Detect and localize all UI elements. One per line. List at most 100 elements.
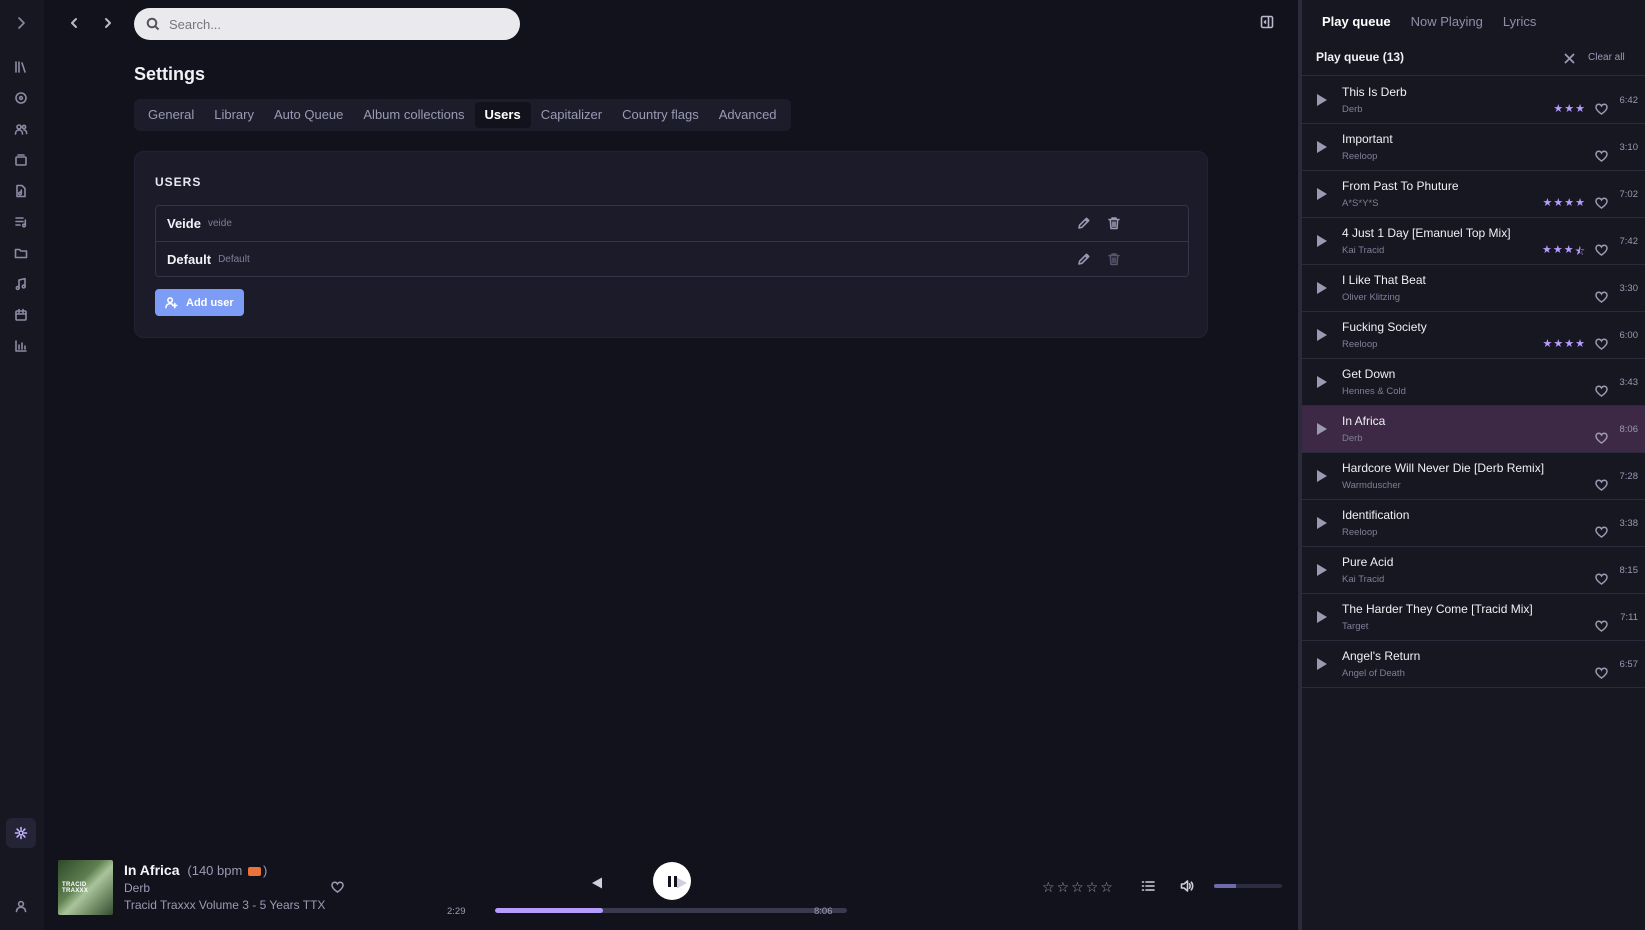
tracks-icon[interactable] <box>8 178 34 204</box>
user-account-icon[interactable] <box>8 893 34 919</box>
track-rating-stars[interactable]: ★ ★ ★ ★ <box>1543 337 1586 350</box>
settings-icon[interactable] <box>6 818 36 848</box>
favorite-heart-icon[interactable] <box>331 880 345 894</box>
play-track-icon[interactable] <box>1316 610 1330 624</box>
play-track-icon[interactable] <box>1316 657 1330 671</box>
play-track-icon[interactable] <box>1316 140 1330 154</box>
favorite-heart-icon[interactable] <box>1595 572 1609 586</box>
queue-track-artist[interactable]: Reeloop <box>1342 151 1377 162</box>
forward-button[interactable] <box>98 13 118 33</box>
queue-row[interactable]: 4 Just 1 Day [Emanuel Top Mix] Kai Tracid… <box>1302 218 1645 265</box>
queue-row[interactable]: In Africa Derb 8:06 <box>1302 406 1645 453</box>
tab-users[interactable]: Users <box>474 102 531 128</box>
queue-track-artist[interactable]: Derb <box>1342 433 1363 444</box>
favorite-heart-icon[interactable] <box>1595 243 1609 257</box>
queue-track-artist[interactable]: Kai Tracid <box>1342 245 1384 256</box>
play-track-icon[interactable] <box>1316 469 1330 483</box>
now-playing-album[interactable]: Tracid Traxxx Volume 3 - 5 Years TTX <box>124 898 325 912</box>
favorite-heart-icon[interactable] <box>1595 384 1609 398</box>
star-icon[interactable]: ☆ <box>1042 879 1055 896</box>
play-track-icon[interactable] <box>1316 375 1330 389</box>
albums-icon[interactable] <box>8 85 34 111</box>
tab-country-flags[interactable]: Country flags <box>612 102 709 128</box>
album-cover[interactable]: TRACID TRAXXX <box>58 860 113 915</box>
star-icon[interactable]: ☆ <box>1057 879 1070 896</box>
queue-row[interactable]: Pure Acid Kai Tracid 8:15 <box>1302 547 1645 594</box>
favorite-heart-icon[interactable] <box>1595 525 1609 539</box>
favorite-heart-icon[interactable] <box>1595 478 1609 492</box>
tab-general[interactable]: General <box>138 102 204 128</box>
playlists-icon[interactable] <box>8 209 34 235</box>
queue-row[interactable]: Fucking Society Reeloop ★ ★ ★ ★ 6:00 <box>1302 312 1645 359</box>
star-icon[interactable]: ☆ <box>1086 879 1099 896</box>
queue-row[interactable]: This Is Derb Derb ★ ★ ★ 6:42 <box>1302 77 1645 124</box>
track-rating[interactable]: ☆ ☆ ☆ ☆ ☆ <box>1042 879 1113 896</box>
queue-track-artist[interactable]: Target <box>1342 621 1368 632</box>
star-icon[interactable]: ☆ <box>1071 879 1084 896</box>
track-title[interactable]: In Africa <box>124 862 180 878</box>
queue-row[interactable]: The Harder They Come [Tracid Mix] Target 7… <box>1302 594 1645 641</box>
volume-slider[interactable] <box>1214 884 1282 888</box>
queue-track-artist[interactable]: Reeloop <box>1342 527 1377 538</box>
favorite-heart-icon[interactable] <box>1595 666 1609 680</box>
tab-play-queue[interactable]: Play queue <box>1322 14 1391 29</box>
favorite-heart-icon[interactable] <box>1595 290 1609 304</box>
queue-track-artist[interactable]: A*S*Y*S <box>1342 198 1378 209</box>
delete-user-icon[interactable] <box>1107 216 1123 232</box>
play-track-icon[interactable] <box>1316 187 1330 201</box>
play-track-icon[interactable] <box>1316 234 1330 248</box>
collections-icon[interactable] <box>8 147 34 173</box>
play-track-icon[interactable] <box>1316 563 1330 577</box>
genres-icon[interactable] <box>8 271 34 297</box>
library-icon[interactable] <box>8 54 34 80</box>
folders-icon[interactable] <box>8 240 34 266</box>
add-user-button[interactable]: Add user <box>155 289 244 316</box>
queue-track-artist[interactable]: Hennes & Cold <box>1342 386 1406 397</box>
play-track-icon[interactable] <box>1316 93 1330 107</box>
seek-bar[interactable] <box>495 908 847 913</box>
track-rating-stars[interactable]: ★ ★ ★ ★ <box>1543 196 1586 209</box>
edit-user-icon[interactable] <box>1077 216 1093 232</box>
toggle-right-panel-icon[interactable] <box>1260 15 1276 31</box>
tab-advanced[interactable]: Advanced <box>709 102 787 128</box>
search-input[interactable] <box>169 16 489 32</box>
clear-all-button[interactable]: Clear all <box>1588 52 1625 63</box>
queue-row[interactable]: Angel's Return Angel of Death 6:57 <box>1302 641 1645 688</box>
volume-icon[interactable] <box>1180 879 1196 895</box>
queue-row[interactable]: Important Reeloop 3:10 <box>1302 124 1645 171</box>
tab-lyrics[interactable]: Lyrics <box>1503 14 1536 29</box>
play-track-icon[interactable] <box>1316 328 1330 342</box>
favorite-heart-icon[interactable] <box>1595 431 1609 445</box>
queue-row[interactable]: From Past To Phuture A*S*Y*S ★ ★ ★ ★ 7:02 <box>1302 171 1645 218</box>
queue-row[interactable]: I Like That Beat Oliver Klitzing 3:30 <box>1302 265 1645 312</box>
artists-icon[interactable] <box>8 116 34 142</box>
favorite-heart-icon[interactable] <box>1595 619 1609 633</box>
track-rating-stars[interactable]: ★ ★ ★ <box>1553 102 1585 115</box>
play-track-icon[interactable] <box>1316 281 1330 295</box>
queue-row[interactable]: Get Down Hennes & Cold 3:43 <box>1302 359 1645 406</box>
tab-library[interactable]: Library <box>204 102 264 128</box>
queue-row[interactable]: Hardcore Will Never Die [Derb Remix] Warm… <box>1302 453 1645 500</box>
favorite-heart-icon[interactable] <box>1595 149 1609 163</box>
queue-list-icon[interactable] <box>1141 879 1157 895</box>
queue-track-artist[interactable]: Kai Tracid <box>1342 574 1384 585</box>
queue-track-artist[interactable]: Warmduscher <box>1342 480 1401 491</box>
favorite-heart-icon[interactable] <box>1595 337 1609 351</box>
queue-track-artist[interactable]: Angel of Death <box>1342 668 1405 679</box>
tab-now-playing[interactable]: Now Playing <box>1411 14 1483 29</box>
queue-track-artist[interactable]: Reeloop <box>1342 339 1377 350</box>
statistics-icon[interactable] <box>8 333 34 359</box>
now-playing-artist[interactable]: Derb <box>124 881 150 895</box>
queue-row[interactable]: Identification Reeloop 3:38 <box>1302 500 1645 547</box>
queue-track-artist[interactable]: Oliver Klitzing <box>1342 292 1400 303</box>
close-icon[interactable] <box>1564 51 1576 64</box>
previous-track-icon[interactable] <box>590 876 606 892</box>
star-icon[interactable]: ☆ <box>1100 879 1113 896</box>
next-track-icon[interactable] <box>675 876 691 892</box>
tab-auto-queue[interactable]: Auto Queue <box>264 102 353 128</box>
back-button[interactable] <box>64 13 84 33</box>
expand-sidebar-icon[interactable] <box>8 10 34 36</box>
calendar-icon[interactable] <box>8 302 34 328</box>
favorite-heart-icon[interactable] <box>1595 196 1609 210</box>
play-track-icon[interactable] <box>1316 516 1330 530</box>
